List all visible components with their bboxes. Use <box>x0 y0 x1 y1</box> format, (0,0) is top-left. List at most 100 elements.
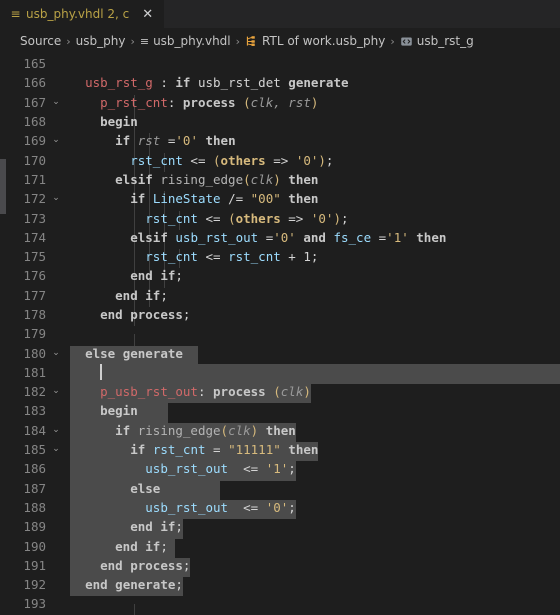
line-number: 189 <box>23 519 46 535</box>
code-line[interactable]: 165 <box>0 54 560 73</box>
code-editor[interactable]: 165 166 usb_rst_g : if usb_rst_det genera… <box>0 54 560 615</box>
code-line[interactable]: 169 ⌄ if rst ='0' then <box>0 131 560 153</box>
line-number: 183 <box>23 403 46 419</box>
code-tokens: p_rst_cnt: process (clk, rst) <box>70 95 318 110</box>
code-token: = <box>160 133 176 149</box>
code-token: p_rst_cnt <box>100 94 168 110</box>
code-line[interactable]: 171 elsif rising_edge(clk) then <box>0 170 560 192</box>
breadcrumb-item-usb-phy[interactable]: usb_phy <box>76 34 126 48</box>
code-token: : <box>167 94 183 110</box>
code-tokens <box>70 364 103 381</box>
code-line[interactable]: 188 usb_rst_out <= '0'; <box>0 498 560 520</box>
code-token: then <box>288 442 319 458</box>
code-text: end if; <box>64 268 560 288</box>
close-icon[interactable]: ✕ <box>140 7 155 22</box>
code-token: begin <box>100 114 138 130</box>
code-token: ( <box>213 152 221 168</box>
code-token: rst_cnt <box>145 249 198 265</box>
code-token: end generate <box>85 577 176 593</box>
chevron-down-icon[interactable]: ⌄ <box>48 136 64 145</box>
code-text: elsif rising_edge(clk) then <box>64 171 560 192</box>
code-line[interactable]: 180 ⌄ else generate <box>0 343 560 365</box>
code-line[interactable]: 181 <box>0 363 560 384</box>
line-number: 190 <box>23 538 46 554</box>
code-line[interactable]: 167 ⌄ p_rst_cnt: process (clk, rst) <box>0 93 560 115</box>
breadcrumb-item-usb-rst-g[interactable]: usb_rst_g <box>400 34 474 48</box>
line-number: 184 <box>23 422 46 438</box>
code-tokens: usb_rst_g : if usb_rst_det generate <box>70 75 348 90</box>
code-token: rst <box>137 133 161 149</box>
chevron-right-icon: › <box>130 34 135 48</box>
code-token: '0' <box>295 152 319 168</box>
code-line[interactable]: 191 end process; <box>0 556 560 578</box>
code-line[interactable]: 178 end process; <box>0 305 560 327</box>
code-token: <= <box>228 499 266 515</box>
code-line[interactable]: 190 end if; <box>0 536 560 558</box>
code-line[interactable]: 166 usb_rst_g : if usb_rst_det generate <box>0 73 560 92</box>
line-number: 165 <box>23 56 46 72</box>
code-line[interactable]: 168 begin <box>0 112 560 134</box>
code-line[interactable]: 176 end if; <box>0 266 560 288</box>
code-token: 1 <box>303 249 311 265</box>
line-number: 180 <box>23 345 46 361</box>
code-line[interactable]: 174 elsif usb_rst_out ='0' and fs_ce ='1… <box>0 228 560 250</box>
code-tokens: elsif usb_rst_out ='0' and fs_ce ='1' th… <box>70 230 446 245</box>
code-text: p_usb_rst_out: process (clk) <box>64 384 560 404</box>
breadcrumb-item-rtl-of-work-usb-phy[interactable]: RTL of work.usb_phy <box>245 34 385 48</box>
editor-tab-usb-phy-vhdl[interactable]: ≡ usb_phy.vhdl 2, c ✕ <box>0 0 166 28</box>
code-line[interactable]: 186 usb_rst_out <= '1'; <box>0 459 560 481</box>
chevron-down-icon[interactable]: ⌄ <box>48 194 64 203</box>
line-number: 177 <box>23 287 46 303</box>
code-line[interactable]: 172 ⌄ if LineState /= "00" then <box>0 189 560 211</box>
code-token: ; <box>288 499 296 515</box>
breadcrumb-item-source[interactable]: Source <box>20 34 61 48</box>
code-line[interactable]: 187 else <box>0 479 560 500</box>
code-text <box>64 364 560 384</box>
code-token: end if <box>130 268 176 284</box>
breadcrumb-item-usb-phy-vhdl[interactable]: ≡ usb_phy.vhdl <box>140 34 231 48</box>
code-line[interactable]: 177 end if; <box>0 286 560 307</box>
line-number: 178 <box>23 307 46 322</box>
chevron-down-icon[interactable]: ⌄ <box>48 348 64 358</box>
chevron-down-icon[interactable]: ⌄ <box>48 425 64 435</box>
code-token: ) <box>303 384 311 400</box>
code-line[interactable]: 185 ⌄ if rst_cnt = "11111" then <box>0 440 560 462</box>
code-token: ; <box>160 287 168 303</box>
code-text: else generate <box>64 345 560 365</box>
code-token: ; <box>175 519 183 535</box>
code-line[interactable]: 189 end if; <box>0 517 560 539</box>
code-token: <= <box>228 461 266 477</box>
code-line[interactable]: 183 begin <box>0 401 560 423</box>
code-line[interactable]: 173 rst_cnt <= (others => '0'); <box>0 208 560 230</box>
code-line[interactable]: 179 <box>0 324 560 354</box>
code-text: end if; <box>64 538 560 558</box>
code-line[interactable]: 184 ⌄ if rising_edge(clk) then <box>0 421 560 443</box>
chevron-down-icon[interactable]: ⌄ <box>48 445 64 454</box>
code-line[interactable]: 192 end generate; <box>0 575 560 597</box>
code-token: end if <box>115 287 161 303</box>
line-number: 175 <box>23 249 46 265</box>
code-tokens: elsif rising_edge(clk) then <box>70 172 318 187</box>
code-token: then <box>288 171 319 187</box>
code-text: if rising_edge(clk) then <box>64 422 560 443</box>
code-line[interactable]: 182 ⌄ p_usb_rst_out: process (clk) <box>0 382 560 404</box>
code-line[interactable]: 175 rst_cnt <= rst_cnt + 1; <box>0 247 560 269</box>
chevron-down-icon[interactable]: ⌄ <box>48 387 64 396</box>
code-tokens: else <box>70 481 160 496</box>
code-line[interactable]: 193 <box>0 594 560 615</box>
chevron-down-icon[interactable]: ⌄ <box>48 97 64 107</box>
code-line[interactable]: 170 rst_cnt <= (others => '0'); <box>0 150 560 172</box>
code-text: p_rst_cnt: process (clk, rst) <box>64 94 560 115</box>
